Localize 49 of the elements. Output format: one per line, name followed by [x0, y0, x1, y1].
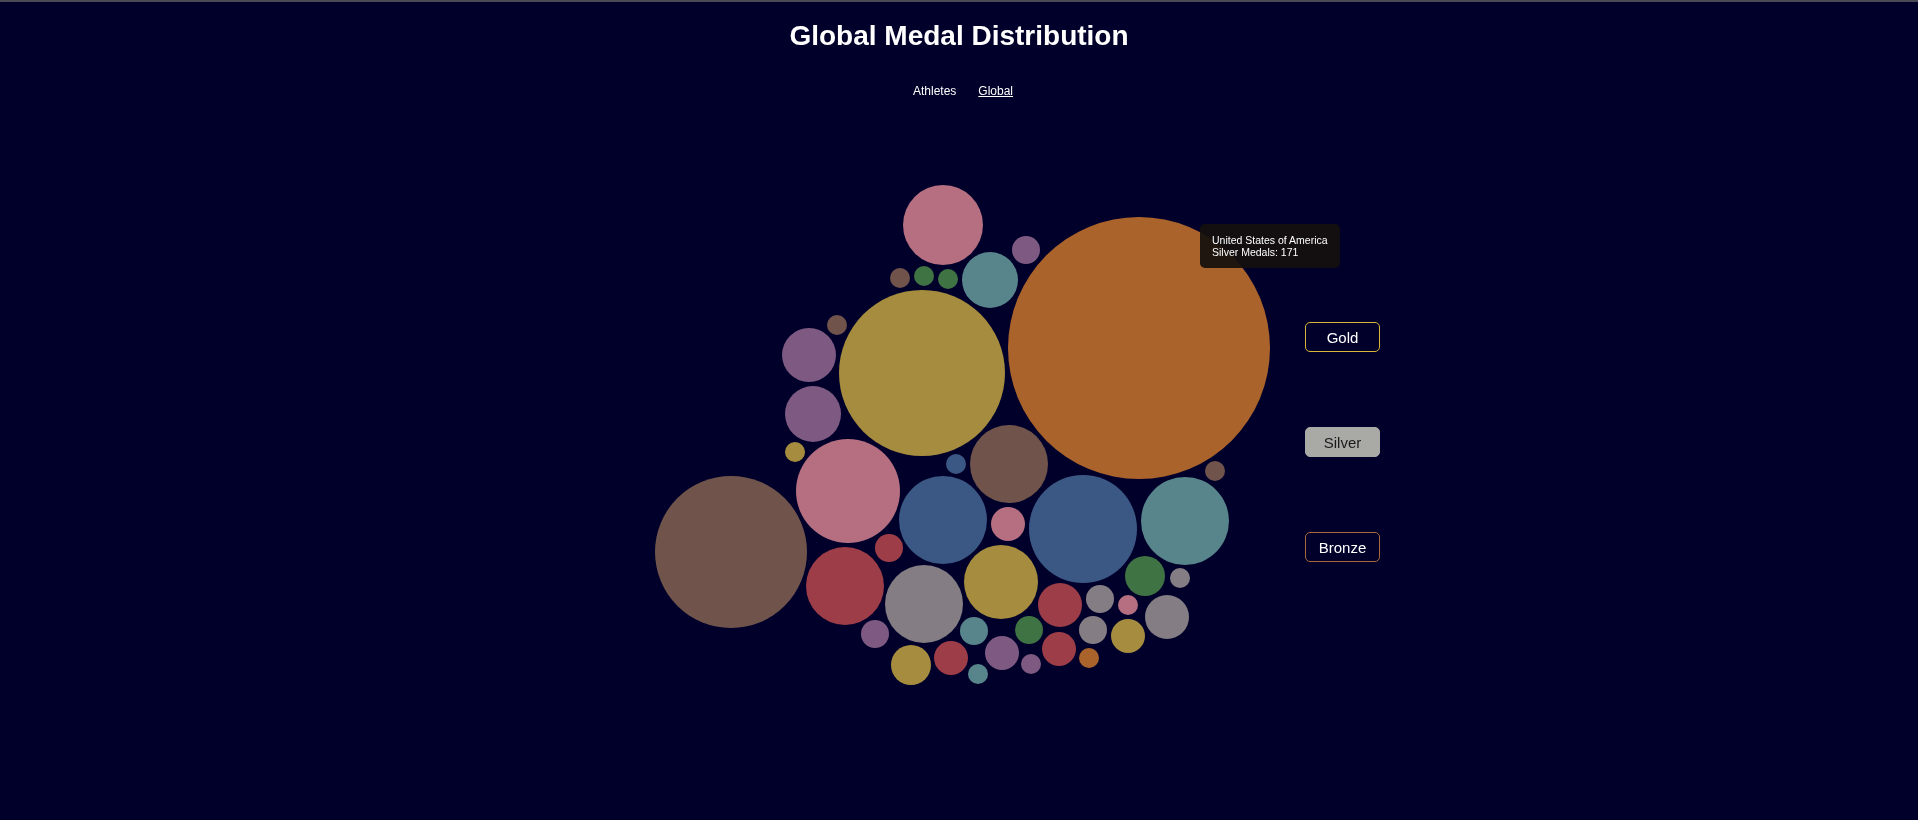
medal-filter-button[interactable]: Silver: [1305, 427, 1380, 457]
country-bubble[interactable]: [985, 636, 1019, 670]
nav-link[interactable]: Global: [978, 84, 1013, 98]
country-bubble[interactable]: [1205, 461, 1225, 481]
medal-filter-button[interactable]: Bronze: [1305, 532, 1380, 562]
country-bubble[interactable]: [970, 425, 1048, 503]
country-bubble[interactable]: [827, 315, 847, 335]
medal-filter-button[interactable]: Gold: [1305, 322, 1380, 352]
country-bubble[interactable]: [1118, 595, 1138, 615]
country-bubble[interactable]: [1015, 616, 1043, 644]
country-bubble[interactable]: [1029, 475, 1137, 583]
country-bubble[interactable]: [1111, 619, 1145, 653]
country-bubble[interactable]: [946, 454, 966, 474]
nav-link[interactable]: Athletes: [912, 84, 957, 98]
country-bubble[interactable]: [785, 442, 805, 462]
country-bubble[interactable]: [885, 565, 963, 643]
country-bubble[interactable]: [796, 439, 900, 543]
country-bubble[interactable]: [861, 620, 889, 648]
country-bubble[interactable]: [964, 545, 1038, 619]
country-bubble[interactable]: [875, 534, 903, 562]
country-bubble[interactable]: [914, 266, 934, 286]
country-bubble[interactable]: [1079, 616, 1107, 644]
country-bubble[interactable]: [1021, 654, 1041, 674]
page-title: Global Medal Distribution: [788, 20, 1130, 52]
country-bubble[interactable]: [991, 507, 1025, 541]
country-bubble[interactable]: [968, 664, 988, 684]
country-bubble[interactable]: [1042, 632, 1076, 666]
country-bubble[interactable]: [1038, 583, 1082, 627]
country-bubble[interactable]: [899, 476, 987, 564]
country-bubble[interactable]: [806, 547, 884, 625]
country-bubble[interactable]: [1170, 568, 1190, 588]
country-bubble[interactable]: [1079, 648, 1099, 668]
country-bubble[interactable]: [1141, 477, 1229, 565]
country-bubble[interactable]: [1012, 236, 1040, 264]
country-bubble[interactable]: [962, 252, 1018, 308]
tooltip: United States of America Silver Medals: 171: [1200, 224, 1340, 268]
country-bubble[interactable]: [960, 617, 988, 645]
country-bubble[interactable]: [1086, 585, 1114, 613]
country-bubble[interactable]: [785, 386, 841, 442]
country-bubble[interactable]: [782, 328, 836, 382]
country-bubble[interactable]: [934, 641, 968, 675]
country-bubble[interactable]: [1145, 595, 1189, 639]
country-bubble[interactable]: [655, 476, 807, 628]
country-bubble[interactable]: [903, 185, 983, 265]
country-bubble[interactable]: [891, 645, 931, 685]
country-bubble[interactable]: [938, 269, 958, 289]
country-bubble[interactable]: [839, 290, 1005, 456]
country-bubble[interactable]: [1125, 556, 1165, 596]
country-bubble[interactable]: [890, 268, 910, 288]
